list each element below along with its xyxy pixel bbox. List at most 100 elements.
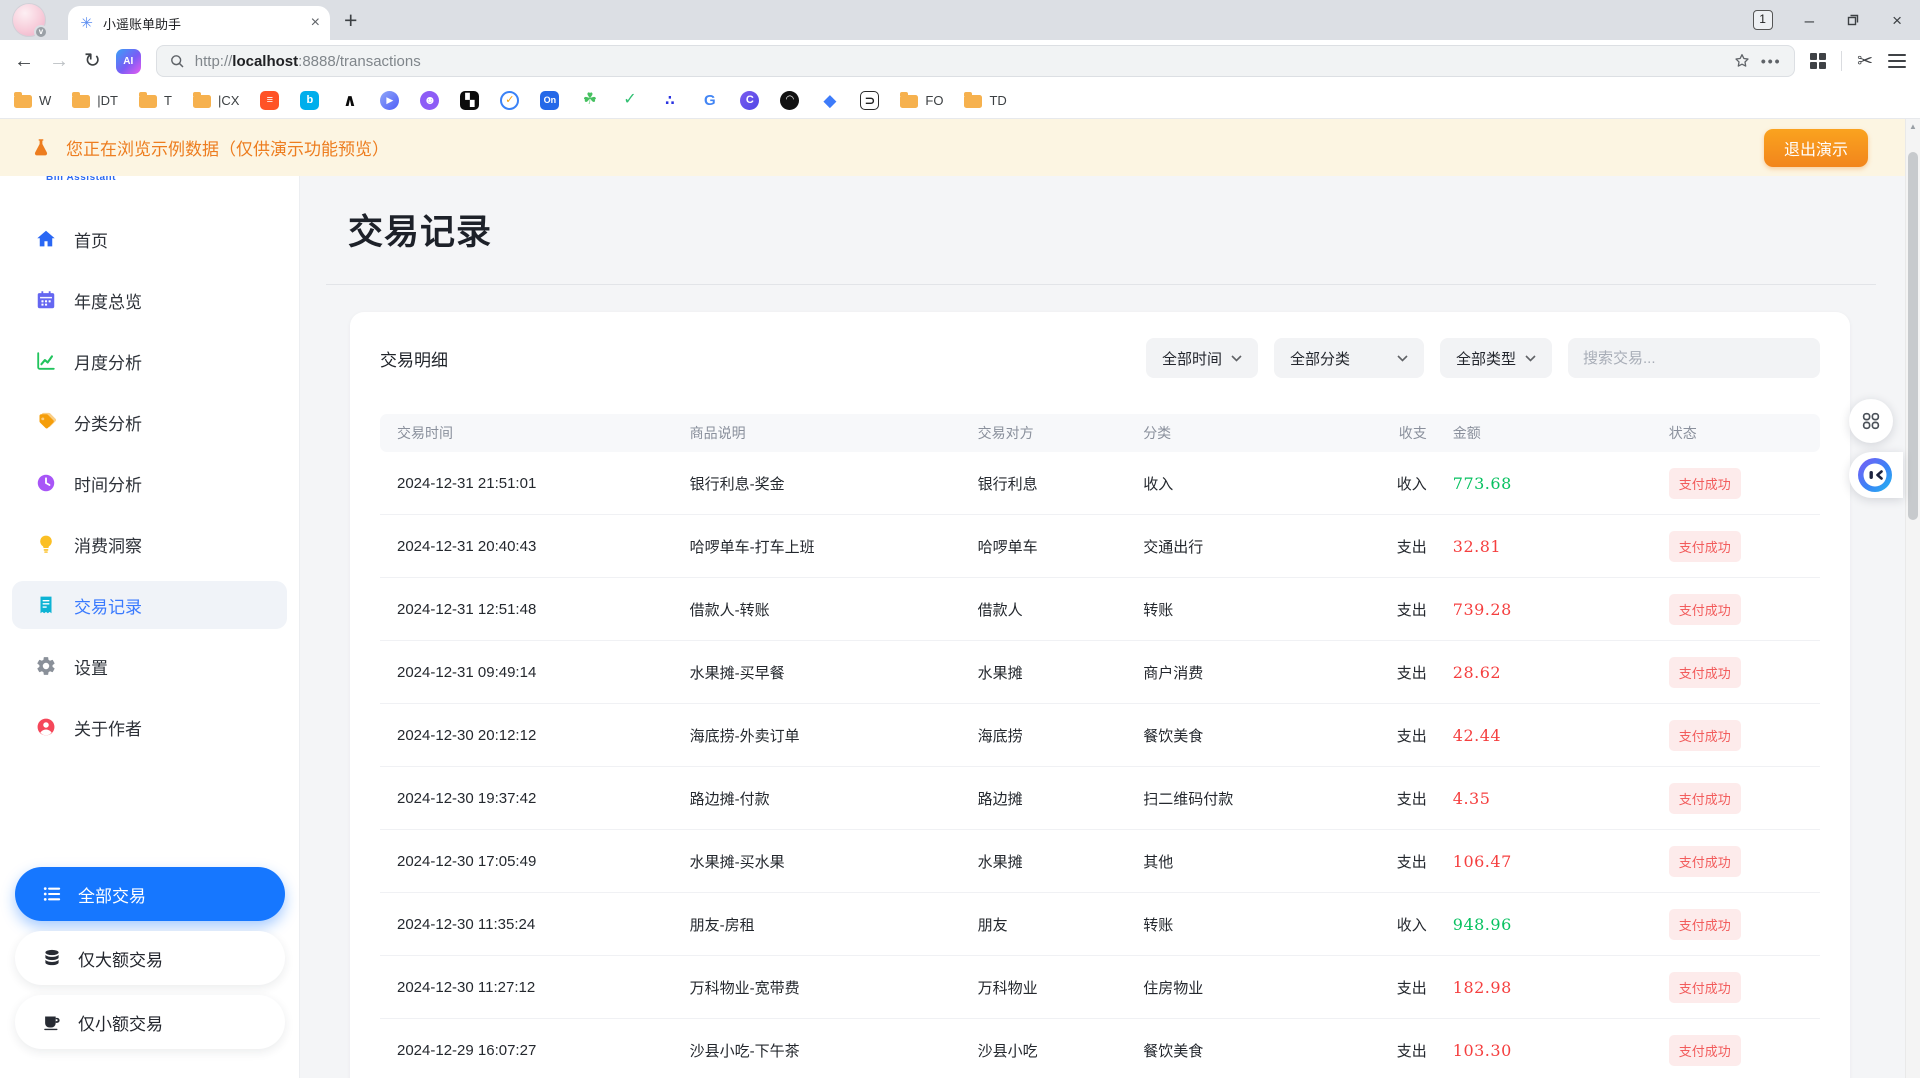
type-filter-select[interactable]: 全部类型 xyxy=(1440,338,1552,378)
robot-icon: ☻ xyxy=(420,91,439,110)
bookmark-checkbadge[interactable]: ✓ xyxy=(500,91,519,110)
apps-grid-icon[interactable] xyxy=(1810,53,1827,70)
bookmark-speaker[interactable]: ◠ xyxy=(780,91,799,110)
sidebar-item-label: 时间分析 xyxy=(74,471,142,496)
sidebar-item-home[interactable]: 首页 xyxy=(12,215,287,263)
more-options-icon[interactable]: ••• xyxy=(1761,53,1782,69)
bookmark-onenote[interactable]: On xyxy=(540,91,559,110)
bookmark-w[interactable]: W xyxy=(14,93,51,108)
quick-filter-small-button[interactable]: 仅小额交易 xyxy=(15,995,285,1049)
sidebar-item-annual[interactable]: 年度总览 xyxy=(12,276,287,324)
floating-assistant-widget[interactable] xyxy=(1849,452,1903,498)
floating-apps-widget[interactable] xyxy=(1849,399,1893,443)
bookmark-cx[interactable]: |CX xyxy=(193,93,239,108)
sidebar-item-settings[interactable]: 设置 xyxy=(12,642,287,690)
search-transactions-input[interactable] xyxy=(1568,338,1820,378)
forward-button[interactable]: → xyxy=(49,51,69,71)
leaf-icon: ☘ xyxy=(580,91,599,110)
column-header: 交易对方 xyxy=(978,423,1144,443)
sidebar-item-insight[interactable]: 消费洞察 xyxy=(12,520,287,568)
cell-time: 2024-12-31 12:51:48 xyxy=(380,601,690,618)
sidebar-item-transactions[interactable]: 交易记录 xyxy=(12,581,287,629)
quick-filter-large-button[interactable]: 仅大额交易 xyxy=(15,931,285,985)
reload-button[interactable]: ↻ xyxy=(84,51,101,71)
bookmark-toutiao[interactable]: ≡ xyxy=(260,91,279,110)
bookmark-leaf[interactable]: ☘ xyxy=(580,91,599,110)
table-row: 2024-12-30 11:27:12万科物业-宽带费万科物业住房物业支出182… xyxy=(380,956,1820,1019)
google-icon: G xyxy=(700,91,719,110)
sidebar-item-time[interactable]: 时间分析 xyxy=(12,459,287,507)
category-filter-select[interactable]: 全部分类 xyxy=(1274,338,1424,378)
arrow-box-icon: ⊃ xyxy=(860,91,879,110)
cell-inout: 支出 xyxy=(1374,536,1453,557)
cell-category: 转账 xyxy=(1143,914,1373,935)
page-scrollbar[interactable]: ▲ xyxy=(1905,119,1920,1078)
cell-status: 支付成功 xyxy=(1669,468,1820,499)
bookmark-fo[interactable]: FO xyxy=(900,93,943,108)
table-row: 2024-12-29 16:07:27沙县小吃-下午茶沙县小吃餐饮美食支出103… xyxy=(380,1019,1820,1078)
back-button[interactable]: ← xyxy=(14,51,34,71)
sidebar-item-monthly[interactable]: 月度分析 xyxy=(12,337,287,385)
cell-description: 沙县小吃-下午茶 xyxy=(690,1040,978,1061)
bookmark-dt[interactable]: |DT xyxy=(72,93,118,108)
window-restore-button[interactable] xyxy=(1846,12,1860,29)
bookmark-checker[interactable]: ▚ xyxy=(460,91,479,110)
table-row: 2024-12-30 17:05:49水果摊-买水果水果摊其他支出106.47支… xyxy=(380,830,1820,893)
cell-time: 2024-12-29 16:07:27 xyxy=(380,1042,690,1059)
column-header: 金额 xyxy=(1453,423,1669,443)
window-minimize-button[interactable]: – xyxy=(1805,12,1814,29)
browser-tab-bar: v ✳ 小遥账单助手 × + 1 – × xyxy=(0,0,1920,40)
address-bar[interactable]: http://localhost:8888/transactions ••• xyxy=(156,45,1795,77)
scrollbar-thumb[interactable] xyxy=(1908,152,1918,520)
sidebar-item-about[interactable]: 关于作者 xyxy=(12,703,287,751)
bookmark-td[interactable]: TD xyxy=(964,93,1006,108)
status-badge: 支付成功 xyxy=(1669,594,1741,625)
page-title: 交易记录 xyxy=(348,204,492,255)
transactions-table: 交易时间商品说明交易对方分类收支金额状态 2024-12-31 21:51:01… xyxy=(380,414,1820,1078)
cell-status: 支付成功 xyxy=(1669,783,1820,814)
title-divider xyxy=(326,284,1876,285)
bookmark-gem[interactable]: ◆ xyxy=(820,91,839,110)
bookmark-t[interactable]: T xyxy=(139,93,172,108)
exit-demo-button[interactable]: 退出演示 xyxy=(1764,129,1868,167)
cell-time: 2024-12-30 20:12:12 xyxy=(380,727,690,744)
toutiao-icon: ≡ xyxy=(260,91,279,110)
bookmark-star-icon[interactable] xyxy=(1733,52,1751,70)
gem-icon: ◆ xyxy=(820,91,839,110)
onenote-icon: On xyxy=(540,91,559,110)
cell-category: 收入 xyxy=(1143,473,1373,494)
ai-assistant-button[interactable]: AI xyxy=(116,49,141,74)
tab-close-icon[interactable]: × xyxy=(311,15,320,31)
bookmark-bilibili[interactable]: b xyxy=(300,91,319,110)
screenshot-scissors-icon[interactable]: ✂ xyxy=(1857,50,1873,73)
cell-category: 商户消费 xyxy=(1143,662,1373,683)
cell-amount: 948.96 xyxy=(1453,915,1669,934)
browser-tab[interactable]: ✳ 小遥账单助手 × xyxy=(68,6,330,40)
time-filter-select[interactable]: 全部时间 xyxy=(1146,338,1258,378)
cell-category: 扫二维码付款 xyxy=(1143,788,1373,809)
bookmark-key[interactable]: ✓ xyxy=(620,91,639,110)
bookmark-google[interactable]: G xyxy=(700,91,719,110)
sidebar-item-label: 年度总览 xyxy=(74,288,142,313)
table-row: 2024-12-31 09:49:14水果摊-买早餐水果摊商户消费支出28.62… xyxy=(380,641,1820,704)
check-badge-icon: ✓ xyxy=(500,91,519,110)
bookmark-caret[interactable]: ∧ xyxy=(340,91,359,110)
telegram-icon: ▶ xyxy=(380,91,399,110)
scrollbar-up-icon[interactable]: ▲ xyxy=(1906,119,1920,134)
bookmark-c[interactable]: C xyxy=(740,91,759,110)
new-tab-button[interactable]: + xyxy=(344,9,357,32)
bookmark-arrowbox[interactable]: ⊃ xyxy=(860,91,879,110)
bookmark-robot[interactable]: ☻ xyxy=(420,91,439,110)
quick-filter-all-button[interactable]: 全部交易 xyxy=(15,867,285,921)
bookmark-baidu[interactable]: ∴ xyxy=(660,91,679,110)
tab-counter[interactable]: 1 xyxy=(1753,10,1773,30)
browser-menu-icon[interactable] xyxy=(1888,54,1906,68)
window-close-button[interactable]: × xyxy=(1892,12,1902,29)
cell-status: 支付成功 xyxy=(1669,531,1820,562)
cell-category: 餐饮美食 xyxy=(1143,725,1373,746)
demo-banner-text: 您正在浏览示例数据（仅供演示功能预览） xyxy=(66,135,389,160)
cell-counterparty: 沙县小吃 xyxy=(978,1040,1144,1061)
sidebar-item-category[interactable]: 分类分析 xyxy=(12,398,287,446)
browser-profile-avatar[interactable]: v xyxy=(12,3,46,37)
bookmark-telegram[interactable]: ▶ xyxy=(380,91,399,110)
